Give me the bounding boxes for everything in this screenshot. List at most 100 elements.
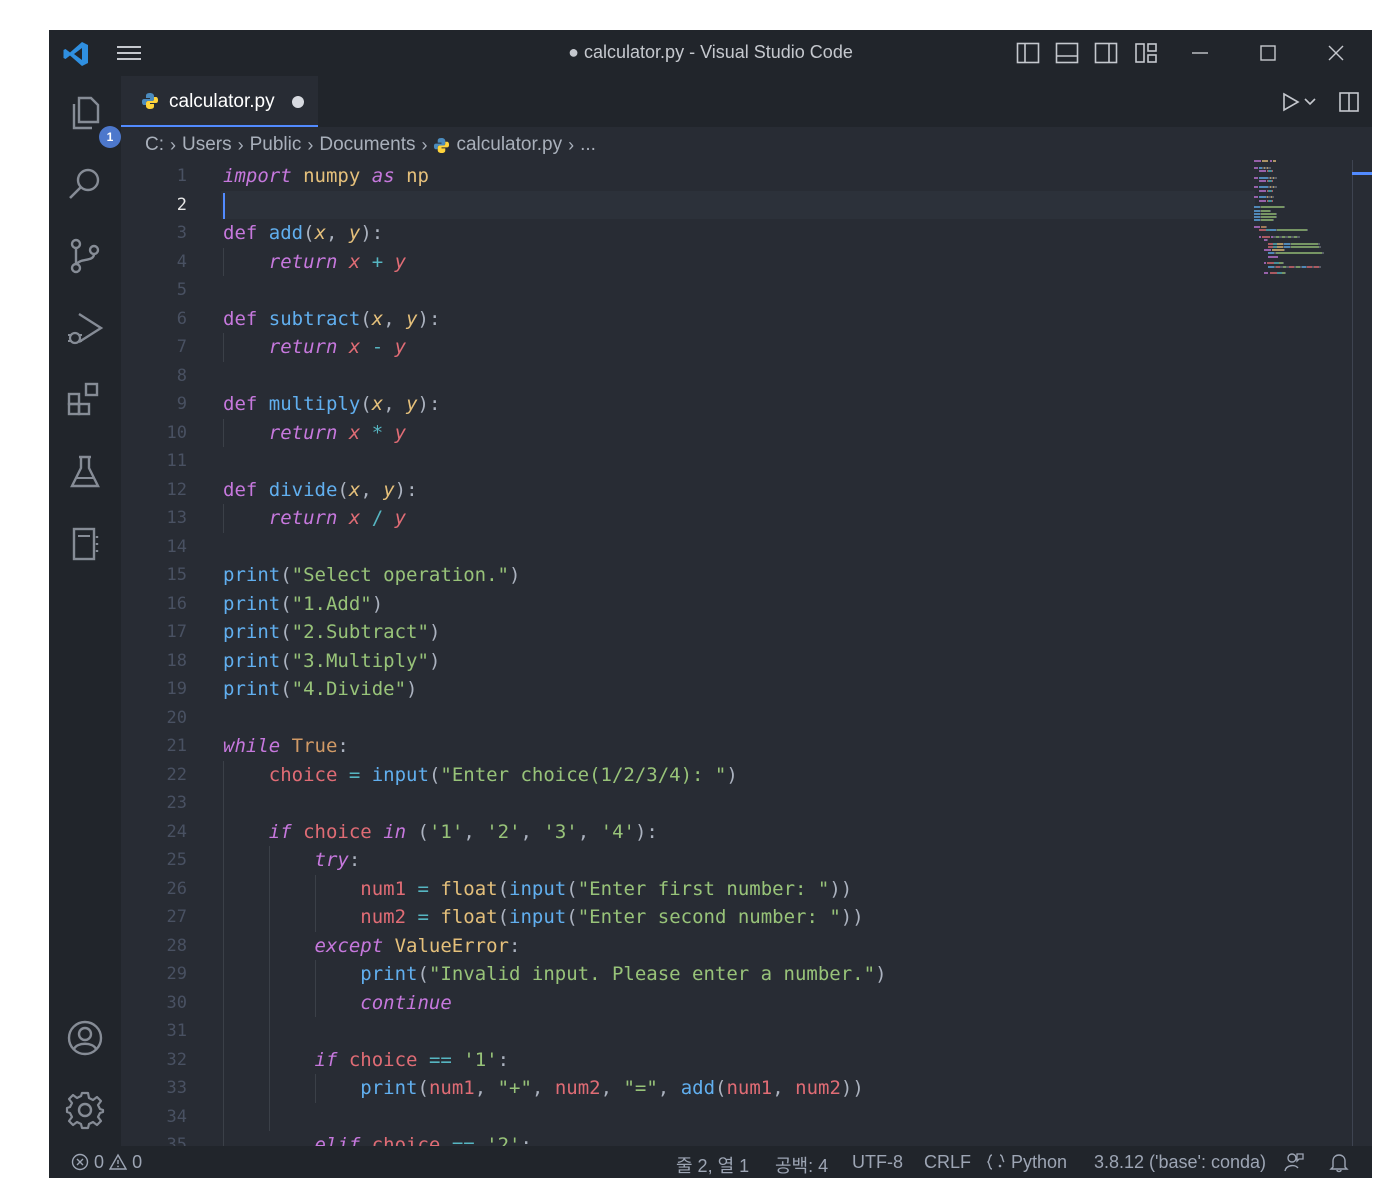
- code-token: y: [406, 307, 418, 330]
- python-interpreter-status[interactable]: 3.8.12 ('base': conda): [1094, 1152, 1266, 1173]
- code-token: :: [337, 735, 349, 757]
- code-line[interactable]: continue: [223, 989, 452, 1017]
- minimap-token: [1284, 249, 1286, 252]
- line-number: 17: [166, 622, 187, 642]
- breadcrumb-file[interactable]: calculator.py: [456, 134, 562, 156]
- minimap-token: [1261, 209, 1270, 212]
- code-line[interactable]: print(num1, "+", num2, "=", add(num1, nu…: [223, 1074, 864, 1102]
- code-line[interactable]: choice = input("Enter choice(1/2/3/4): "…: [223, 761, 738, 789]
- code-token: :: [509, 934, 521, 957]
- code-token: (: [715, 1077, 727, 1099]
- jupyter-notebook-icon[interactable]: [63, 522, 107, 566]
- minimap[interactable]: [1254, 160, 1344, 280]
- explorer-badge: 1: [99, 126, 121, 148]
- language-mode-status[interactable]: Python: [986, 1152, 1067, 1176]
- code-line[interactable]: if choice in ('1', '2', '3', '4'):: [223, 818, 658, 846]
- minimize-icon[interactable]: [1187, 40, 1213, 66]
- code-line[interactable]: def subtract(x, y):: [223, 305, 440, 333]
- run-python-file-icon[interactable]: [1277, 89, 1303, 115]
- code-token: ,: [383, 393, 407, 415]
- source-control-icon[interactable]: [63, 234, 107, 278]
- code-token: ,: [463, 820, 487, 843]
- eol-status[interactable]: CRLF: [924, 1152, 971, 1173]
- cursor-position-status[interactable]: 줄 2, 열 1: [676, 1152, 749, 1178]
- code-line[interactable]: return x - y: [223, 333, 406, 361]
- code-token: input: [509, 877, 567, 900]
- testing-icon[interactable]: [63, 450, 107, 494]
- code-line[interactable]: print("1.Add"): [223, 590, 383, 618]
- gear-icon[interactable]: [63, 1088, 107, 1132]
- breadcrumb-drive[interactable]: C:: [145, 134, 164, 156]
- code-line[interactable]: while True:: [223, 732, 349, 760]
- code-line[interactable]: def multiply(x, y):: [223, 390, 440, 418]
- code-line[interactable]: print("Invalid input. Please enter a num…: [223, 960, 886, 988]
- code-line[interactable]: print("Select operation."): [223, 561, 520, 589]
- accounts-icon[interactable]: [63, 1016, 107, 1060]
- minimap-token: [1263, 249, 1271, 252]
- text-cursor: [223, 193, 225, 219]
- breadcrumb-users[interactable]: Users: [182, 134, 232, 156]
- indent-guide: [268, 846, 270, 1131]
- line-number: 19: [166, 679, 187, 699]
- activity-bar: 1: [49, 76, 121, 1146]
- tab-calculator-py[interactable]: calculator.py: [121, 76, 318, 127]
- code-token: num2: [795, 1077, 841, 1099]
- toggle-secondary-sidebar-icon[interactable]: [1093, 40, 1119, 66]
- feedback-icon[interactable]: [1283, 1151, 1305, 1178]
- breadcrumb-documents[interactable]: Documents: [319, 134, 415, 156]
- toggle-panel-icon[interactable]: [1054, 40, 1080, 66]
- search-icon[interactable]: [63, 162, 107, 206]
- close-window-icon[interactable]: [1323, 40, 1349, 66]
- breadcrumb-public[interactable]: Public: [250, 134, 302, 156]
- code-token: '3': [543, 820, 578, 843]
- breadcrumb-symbols[interactable]: ...: [580, 134, 596, 156]
- code-token: x: [348, 250, 361, 273]
- unsaved-dot-icon[interactable]: [292, 96, 304, 108]
- code-line[interactable]: print("2.Subtract"): [223, 618, 440, 646]
- line-number: 13: [166, 508, 187, 528]
- code-line[interactable]: except ValueError:: [223, 932, 521, 960]
- line-number: 16: [166, 593, 187, 614]
- code-line[interactable]: return x + y: [223, 248, 406, 276]
- run-and-debug-icon[interactable]: [63, 306, 107, 350]
- code-token: ):: [634, 820, 658, 843]
- indent-guide: [314, 1074, 316, 1103]
- minimap-token: [1269, 209, 1271, 212]
- code-line[interactable]: return x * y: [223, 419, 406, 447]
- code-line[interactable]: num1 = float(input("Enter first number: …: [223, 875, 852, 903]
- chevron-down-icon[interactable]: [1301, 89, 1319, 115]
- encoding-status[interactable]: UTF-8: [852, 1152, 903, 1173]
- line-number: 18: [166, 650, 187, 671]
- code-token: :: [520, 1134, 532, 1146]
- indentation-status[interactable]: 공백: 4: [775, 1152, 828, 1178]
- code-line[interactable]: def add(x, y):: [223, 219, 383, 247]
- chevron-right-icon: ›: [568, 134, 575, 155]
- code-line[interactable]: if choice == '1':: [223, 1046, 510, 1074]
- explorer-icon[interactable]: 1: [63, 90, 121, 148]
- split-editor-icon[interactable]: [1336, 89, 1362, 115]
- maximize-icon[interactable]: [1255, 40, 1281, 66]
- menu-icon[interactable]: [116, 40, 142, 66]
- code-line[interactable]: elif choice == '2':: [223, 1131, 532, 1146]
- extensions-icon[interactable]: [63, 378, 107, 422]
- problems-status[interactable]: 0 0: [71, 1152, 142, 1176]
- line-number: 4: [176, 251, 187, 272]
- code-line[interactable]: try:: [223, 846, 361, 874]
- code-line[interactable]: print("4.Divide"): [223, 675, 418, 703]
- toggle-primary-sidebar-icon[interactable]: [1015, 40, 1041, 66]
- code-token: except: [314, 934, 384, 957]
- vertical-scrollbar[interactable]: [1352, 160, 1353, 1146]
- code-line[interactable]: print("3.Multiply"): [223, 647, 440, 675]
- minimap-token: [1261, 216, 1276, 219]
- notifications-bell-icon[interactable]: [1328, 1151, 1350, 1178]
- code-line[interactable]: import numpy as np: [223, 162, 429, 190]
- code-line[interactable]: return x / y: [223, 504, 406, 532]
- code-token: choice: [303, 820, 372, 843]
- breadcrumb: C: › Users › Public › Documents › calcul…: [145, 132, 596, 158]
- code-line[interactable]: def divide(x, y):: [223, 476, 418, 504]
- code-editor[interactable]: 1 2 3 4 5 6 7 8 9 10 11 12 13 14 15 16 17 18 19 20 21 22 23 24 2…: [121, 160, 1372, 1146]
- code-line[interactable]: num2 = float(input("Enter second number:…: [223, 903, 863, 931]
- customize-layout-icon[interactable]: [1133, 40, 1159, 66]
